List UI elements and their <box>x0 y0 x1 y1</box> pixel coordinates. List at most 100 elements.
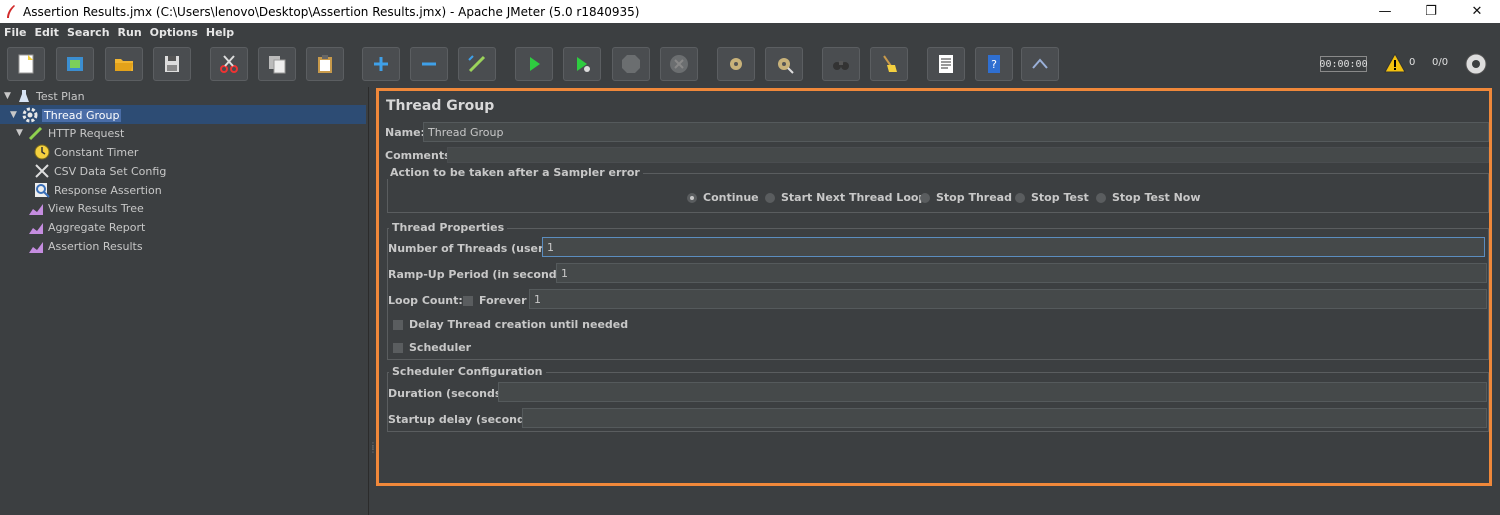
radio-dot <box>1096 192 1106 203</box>
scissors-icon <box>220 55 238 73</box>
scissors-config-icon <box>34 163 50 179</box>
tree-expand-toggle[interactable]: ▼ <box>10 110 20 120</box>
search-button[interactable] <box>822 47 860 81</box>
function-helper-button[interactable] <box>927 47 965 81</box>
clipboard-icon <box>318 55 332 73</box>
shutdown-icon <box>670 55 688 73</box>
reset-search-button[interactable] <box>870 47 908 81</box>
menu-run[interactable]: Run <box>118 26 142 39</box>
menu-edit[interactable]: Edit <box>35 26 59 39</box>
name-label: Name: <box>385 126 425 139</box>
duration-label: Duration (seconds) <box>388 387 507 400</box>
radio-stop-test-now[interactable]: Stop Test Now <box>1096 191 1201 204</box>
start-button[interactable] <box>515 47 553 81</box>
window-title: Assertion Results.jmx (C:\Users\lenovo\D… <box>23 4 640 19</box>
chart-icon <box>28 200 44 216</box>
remote-button[interactable] <box>1021 47 1059 81</box>
tree-item-constant-timer[interactable]: Constant Timer <box>34 143 138 161</box>
radio-dot <box>920 192 930 203</box>
clear-button[interactable] <box>717 47 755 81</box>
chart-icon <box>28 219 44 235</box>
splitter-grip-icon[interactable]: ⋮ ⋮ <box>369 442 377 458</box>
tree-item-csv-data-set-config[interactable]: CSV Data Set Config <box>34 162 166 180</box>
collapse-button[interactable] <box>410 47 448 81</box>
elapsed-timer: 00:00:00 <box>1319 56 1368 72</box>
comments-label: Comments: <box>385 149 456 162</box>
save-button[interactable] <box>153 47 191 81</box>
jmeter-feather-icon <box>7 4 15 18</box>
test-plan-icon <box>16 88 32 104</box>
loop-count-label: Loop Count: <box>388 294 463 307</box>
loop-count-field[interactable]: 1 <box>529 289 1487 309</box>
radio-start-next-thread-loop[interactable]: Start Next Thread Loop <box>765 191 926 204</box>
tree-item-response-assertion[interactable]: Response Assertion <box>34 181 162 199</box>
threads-label: Number of Threads (users): <box>388 242 560 255</box>
rampup-label: Ramp-Up Period (in seconds): <box>388 268 573 281</box>
stop-sign-icon <box>622 55 640 73</box>
new-file-icon <box>18 54 34 74</box>
wand-icon <box>468 55 486 73</box>
cut-button[interactable] <box>210 47 248 81</box>
open-button[interactable] <box>105 47 143 81</box>
startup-delay-field[interactable] <box>522 408 1487 428</box>
expand-button[interactable] <box>362 47 400 81</box>
thread-group-panel: Thread Group Name: Thread Group Comments… <box>376 88 1492 486</box>
radio-stop-test[interactable]: Stop Test <box>1015 191 1089 204</box>
comments-field[interactable] <box>447 147 1489 163</box>
minus-icon <box>422 62 436 66</box>
minimize-button[interactable]: — <box>1362 0 1408 23</box>
shutdown-button[interactable] <box>660 47 698 81</box>
checkbox-box <box>393 319 403 330</box>
save-disk-icon <box>165 56 179 72</box>
menu-file[interactable]: File <box>4 26 27 39</box>
warning-count: 0 <box>1409 57 1416 68</box>
rampup-field[interactable]: 1 <box>556 263 1487 283</box>
tree-item-thread-group[interactable]: ▼ Thread Group <box>10 106 122 124</box>
menu-search[interactable]: Search <box>67 26 110 39</box>
start-no-pauses-button[interactable] <box>563 47 601 81</box>
toggle-button[interactable] <box>458 47 496 81</box>
tree-item-aggregate-report[interactable]: Aggregate Report <box>28 218 145 236</box>
gear-icon <box>22 107 38 123</box>
help-button[interactable]: ? <box>975 47 1013 81</box>
menu-options[interactable]: Options <box>150 26 198 39</box>
timer-icon <box>34 144 50 160</box>
threads-field[interactable]: 1 <box>542 237 1485 257</box>
chart-icon <box>28 238 44 254</box>
copy-icon <box>269 56 286 74</box>
copy-button[interactable] <box>258 47 296 81</box>
tree-item-assertion-results[interactable]: Assertion Results <box>28 237 143 255</box>
tree-item-test-plan[interactable]: ▼ Test Plan <box>4 87 85 105</box>
paste-button[interactable] <box>306 47 344 81</box>
checkbox-box <box>393 342 403 353</box>
maximize-button[interactable]: ❐ <box>1408 0 1454 23</box>
tree-item-view-results-tree[interactable]: View Results Tree <box>28 199 144 217</box>
scheduler-checkbox[interactable]: Scheduler <box>393 341 471 354</box>
broom-icon <box>883 55 897 72</box>
radio-stop-thread[interactable]: Stop Thread <box>920 191 1012 204</box>
tree-item-http-request[interactable]: ▼ HTTP Request <box>16 124 124 142</box>
tree-expand-toggle[interactable]: ▼ <box>4 91 14 101</box>
clear-all-button[interactable] <box>765 47 803 81</box>
delay-thread-creation-checkbox[interactable]: Delay Thread creation until needed <box>393 318 628 331</box>
close-button[interactable]: ✕ <box>1454 0 1500 23</box>
radio-dot <box>765 192 775 203</box>
menu-bar: File Edit Search Run Options Help <box>0 23 1500 41</box>
warning-icon[interactable] <box>1384 53 1406 73</box>
tree-expand-toggle[interactable]: ▼ <box>16 128 26 138</box>
templates-button[interactable] <box>56 47 94 81</box>
duration-field[interactable] <box>498 382 1487 402</box>
new-button[interactable] <box>7 47 45 81</box>
name-field[interactable]: Thread Group <box>423 122 1489 142</box>
menu-help[interactable]: Help <box>206 26 234 39</box>
forever-checkbox[interactable]: Forever <box>463 294 527 307</box>
radio-continue[interactable]: Continue <box>687 191 759 204</box>
toolbar: ? <box>0 41 1500 87</box>
title-bar: Assertion Results.jmx (C:\Users\lenovo\D… <box>0 0 1500 23</box>
plus-icon <box>374 57 388 71</box>
play-no-pause-icon <box>577 57 590 72</box>
startup-delay-label: Startup delay (seconds) <box>388 413 537 426</box>
panel-title: Thread Group <box>386 98 495 114</box>
gear-broom-icon <box>730 58 742 70</box>
stop-button[interactable] <box>612 47 650 81</box>
